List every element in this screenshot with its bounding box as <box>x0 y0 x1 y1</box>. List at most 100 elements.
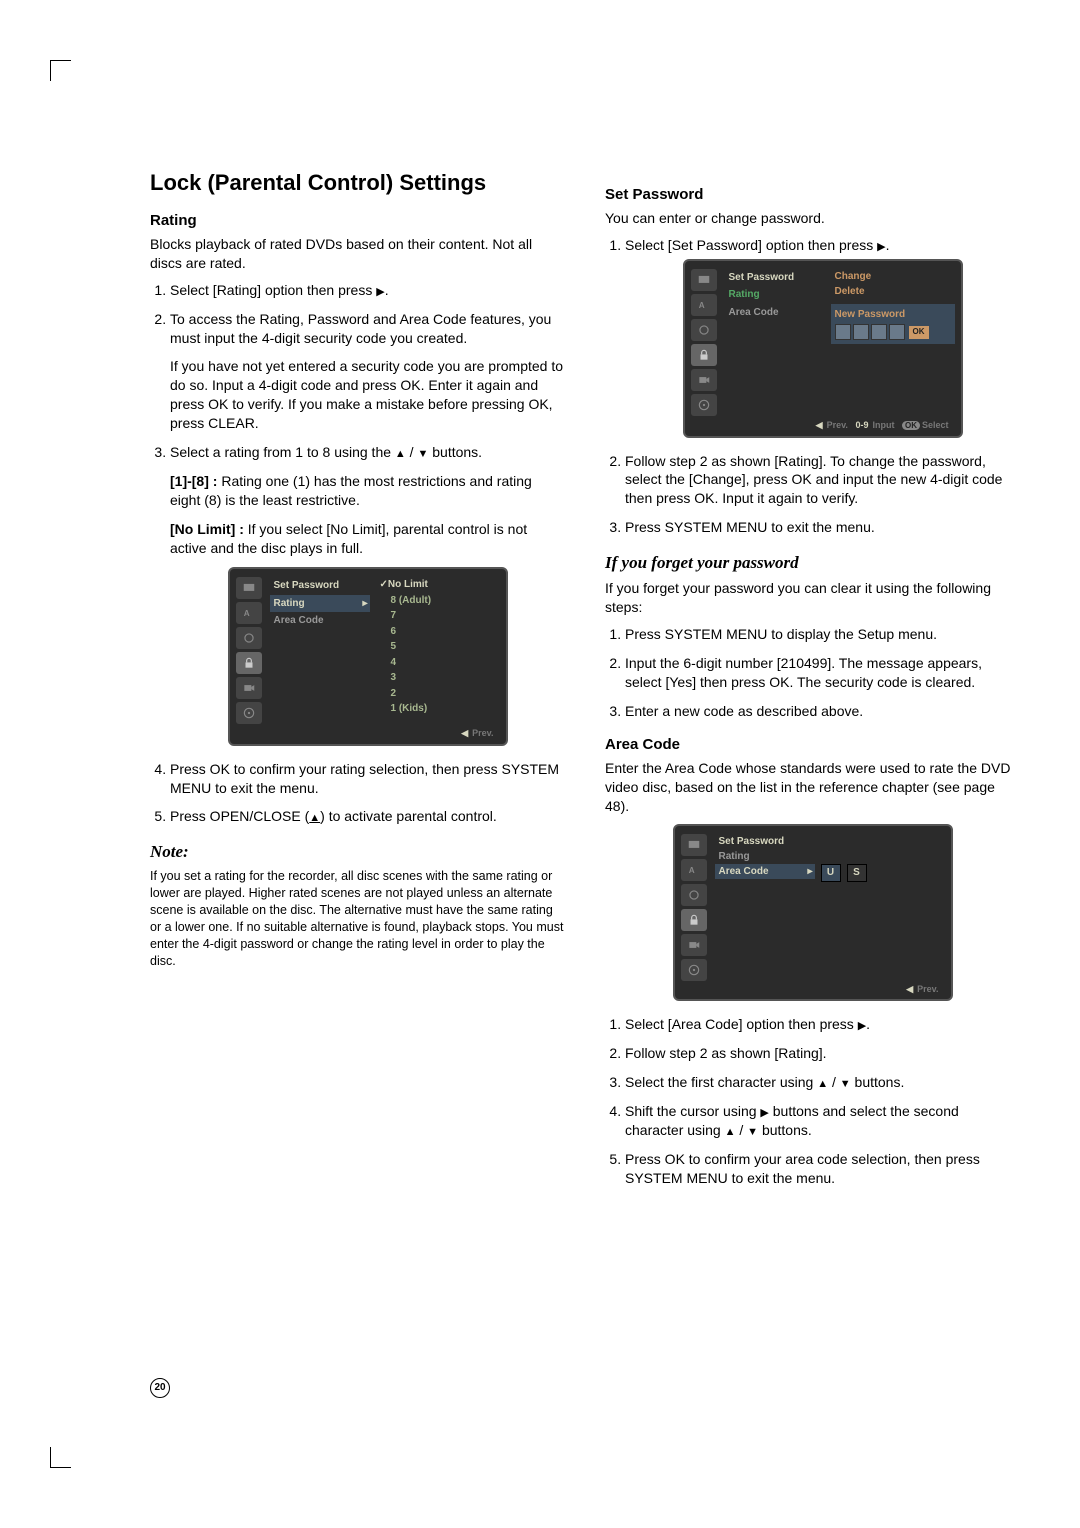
osd-setpw-footer: ◀Prev. 0-9Input OKSelect <box>691 416 955 432</box>
svg-text:A: A <box>688 866 694 875</box>
set-password-heading: Set Password <box>605 186 1020 203</box>
ac-step-1: Select [Area Code] option then press . <box>625 1015 1020 1034</box>
area-code-intro: Enter the Area Code whose standards were… <box>605 759 1020 816</box>
crop-mark-bottom-left <box>50 1447 71 1468</box>
osd-opt-nolimit: No Limit <box>376 577 500 593</box>
set-password-steps: Select [Set Password] option then press … <box>605 236 1020 537</box>
rating-step-5: Press OPEN/CLOSE () to activate parental… <box>170 807 565 826</box>
osd-opt-1: 1 (Kids) <box>376 701 500 717</box>
right-arrow-icon <box>760 1103 768 1119</box>
osd-opt-7: 7 <box>376 608 500 624</box>
forget-intro: If you forget your password you can clea… <box>605 579 1020 617</box>
osd-menu-list: Set Password Rating Area Code▸ <box>715 832 815 981</box>
osd-menu-list: Set Password Rating▸ Area Code <box>270 575 370 724</box>
osd-rating-options: No Limit 8 (Adult) 7 6 5 4 3 2 1 (Kids) <box>376 575 500 724</box>
osd-areacode-screenshot: A Set Password Rating Area Code▸ <box>673 824 953 1001</box>
forget-step-3: Enter a new code as described above. <box>625 702 1020 721</box>
area-code-steps: Select [Area Code] option then press . F… <box>605 1015 1020 1187</box>
disc-icon <box>236 702 262 724</box>
osd-ac-footer: ◀Prev. <box>681 981 945 995</box>
language-icon: A <box>691 294 717 316</box>
osd-opt-3: 3 <box>376 670 500 686</box>
osd-rating-footer: ◀Prev. <box>236 724 500 739</box>
right-arrow-icon <box>858 1016 866 1032</box>
osd-opt-2: 2 <box>376 686 500 702</box>
osd-setpassword-screenshot: A Set Password Rating Area Code <box>683 259 963 438</box>
svg-text:A: A <box>243 609 249 618</box>
recording-icon <box>681 934 707 956</box>
osd-opt-6: 6 <box>376 624 500 640</box>
rating-step-2-note: If you have not yet entered a security c… <box>170 357 565 433</box>
right-arrow-icon <box>877 237 885 253</box>
lock-icon <box>691 344 717 366</box>
osd-newpassword-fields: OK <box>835 324 951 340</box>
disc-icon <box>691 394 717 416</box>
rating-nolimit-block: [No Limit] : If you select [No Limit], p… <box>170 520 565 558</box>
pw-cell <box>889 324 905 340</box>
right-column: Set Password You can enter or change pas… <box>605 170 1020 1197</box>
rating-step-4: Press OK to confirm your rating selectio… <box>170 760 565 798</box>
rating-step-3: Select a rating from 1 to 8 using the / … <box>170 443 565 746</box>
right-arrow-icon <box>376 282 384 298</box>
osd-menu-rating: Rating <box>725 286 825 304</box>
lock-icon <box>236 652 262 674</box>
pw-cell <box>835 324 851 340</box>
rating-step-2: To access the Rating, Password and Area … <box>170 310 565 433</box>
osd-icon-column: A <box>236 575 264 724</box>
area-code-heading: Area Code <box>605 736 1020 753</box>
language-icon: A <box>681 859 707 881</box>
osd-menu-setpassword: Set Password <box>270 577 370 595</box>
general-icon <box>691 269 717 291</box>
down-arrow-icon <box>417 444 428 460</box>
osd-rating-screenshot: A Set Password Rating▸ Area Code <box>228 567 508 745</box>
eject-icon <box>309 808 320 824</box>
rating-intro: Blocks playback of rated DVDs based on t… <box>150 235 565 273</box>
note-body: If you set a rating for the recorder, al… <box>150 868 565 969</box>
osd-opt-5: 5 <box>376 639 500 655</box>
rating-18-block: [1]-[8] : Rating one (1) has the most re… <box>170 472 565 510</box>
osd-menu-setpassword: Set Password <box>725 269 825 287</box>
lock-icon <box>681 909 707 931</box>
forget-step-2: Input the 6-digit number [210499]. The m… <box>625 654 1020 692</box>
osd-areacode-right: U S <box>821 832 945 981</box>
ac-step-3: Select the first character using / butto… <box>625 1073 1020 1092</box>
osd-opt-8: 8 (Adult) <box>376 593 500 609</box>
osd-menu-areacode: Area Code <box>270 612 370 630</box>
general-icon <box>236 577 262 599</box>
general-icon <box>681 834 707 856</box>
up-arrow-icon <box>395 444 406 460</box>
forget-step-1: Press SYSTEM MENU to display the Setup m… <box>625 625 1020 644</box>
osd-newpassword-label: New Password <box>835 308 951 322</box>
up-arrow-icon <box>725 1122 736 1138</box>
rating-steps: Select [Rating] option then press . To a… <box>150 281 565 827</box>
note-heading: Note: <box>150 842 565 862</box>
setpw-step-3: Press SYSTEM MENU to exit the menu. <box>625 518 1020 537</box>
osd-setpw-right: Change Delete New Password <box>831 267 955 416</box>
forget-heading: If you forget your password <box>605 553 1020 573</box>
osd-menu-areacode: Area Code▸ <box>715 864 815 879</box>
up-arrow-icon <box>817 1074 828 1090</box>
osd-menu-rating: Rating▸ <box>270 595 370 613</box>
audio-icon <box>691 319 717 341</box>
osd-areacode-cells: U S <box>821 864 945 882</box>
ac-step-2: Follow step 2 as shown [Rating]. <box>625 1044 1020 1063</box>
ac-cell-2: S <box>847 864 867 882</box>
rating-step-1: Select [Rating] option then press . <box>170 281 565 300</box>
svg-text:A: A <box>698 301 704 310</box>
language-icon: A <box>236 602 262 624</box>
osd-opt-4: 4 <box>376 655 500 671</box>
ac-cell-1: U <box>821 864 841 882</box>
osd-delete: Delete <box>831 284 955 300</box>
recording-icon <box>691 369 717 391</box>
osd-menu-areacode: Area Code <box>725 304 825 322</box>
osd-menu-rating: Rating <box>715 849 815 864</box>
forget-steps: Press SYSTEM MENU to display the Setup m… <box>605 625 1020 721</box>
down-arrow-icon <box>840 1074 851 1090</box>
osd-icon-column: A <box>681 832 709 981</box>
left-column: Lock (Parental Control) Settings Rating … <box>150 170 565 1197</box>
down-arrow-icon <box>747 1122 758 1138</box>
disc-icon <box>681 959 707 981</box>
crop-mark-top-left <box>50 60 71 81</box>
osd-icon-column: A <box>691 267 719 416</box>
page-number: 20 <box>150 1378 170 1398</box>
